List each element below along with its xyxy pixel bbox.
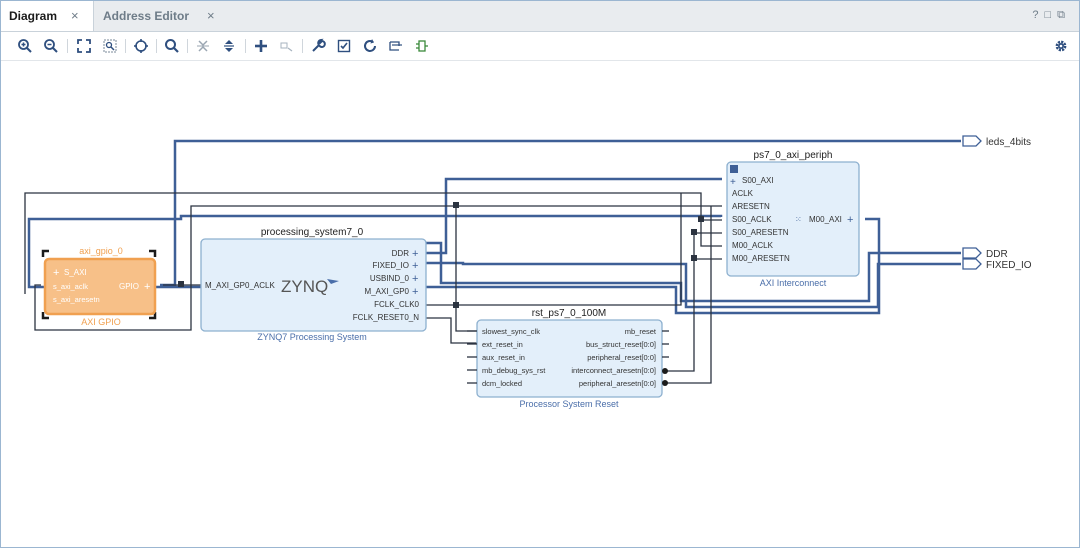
svg-text:+: + (412, 273, 418, 285)
make-external-icon[interactable] (277, 36, 297, 56)
block-axi-gpio[interactable]: axi_gpio_0 + S_AXI s_axi_aclk s_axi_ares… (41, 246, 157, 327)
tab-address-editor[interactable]: Address Editor × (95, 1, 223, 31)
tab-bar: Diagram × Address Editor × ?□⧉ (1, 1, 1079, 32)
regenerate-layout-icon[interactable] (386, 36, 406, 56)
axi-gpio-port-aclk: s_axi_aclk (53, 282, 88, 291)
toolbar-separator (187, 39, 188, 53)
add-icon[interactable]: + (730, 177, 736, 188)
zoom-area-icon[interactable] (100, 36, 120, 56)
block-design-svg: leds_4bits DDR FIXED_IO axi_gpio_0 + S_A… (24, 135, 1032, 409)
external-port-leds[interactable]: leds_4bits (962, 135, 1031, 148)
reset-port-mb-reset: mb_reset (625, 327, 657, 336)
block-processor-system-reset[interactable]: rst_ps7_0_100M slowest_sync_clk ext_rese… (467, 308, 669, 409)
toolbar-separator (156, 39, 157, 53)
expand-icon[interactable] (219, 36, 239, 56)
validate-icon[interactable] (334, 36, 354, 56)
ps7-port-fclk-clk0: FCLK_CLK0 (374, 300, 419, 309)
ps7-port-aclk: M_AXI_GP0_ACLK (205, 281, 275, 290)
port-label-ddr: DDR (986, 249, 1008, 260)
external-port-ddr[interactable]: DDR (962, 247, 1008, 260)
auto-fit-icon[interactable] (131, 36, 151, 56)
axi-gpio-port-aresetn: s_axi_aresetn (53, 295, 100, 304)
collapse-block-icon[interactable] (730, 165, 738, 173)
zoom-out-icon[interactable] (41, 36, 61, 56)
ps7-port-m-axi-gp0: M_AXI_GP0 (365, 287, 410, 296)
axi-gpio-port-gpio: GPIO (119, 282, 139, 291)
tab-address-editor-label: Address Editor (103, 9, 190, 23)
reset-port-peripheral-reset: peripheral_reset[0:0] (587, 353, 656, 362)
reset-port-aux-reset-in: aux_reset_in (482, 353, 525, 362)
float-icon[interactable]: ⧉ (1057, 9, 1071, 21)
tab-diagram[interactable]: Diagram × (1, 1, 94, 31)
reset-port-peripheral-aresetn: peripheral_aresetn[0:0] (579, 379, 656, 388)
interconnect-bus-icon: ⁙ (795, 215, 802, 224)
ps7-port-fclk-reset: FCLK_RESET0_N (353, 313, 419, 322)
reset-port-mb-debug-sys-rst: mb_debug_sys_rst (482, 366, 546, 375)
zynq-logo: ZYNQ (281, 277, 328, 296)
interconnect-port-aresetn: ARESETN (732, 202, 770, 211)
gear-icon[interactable] (1051, 36, 1071, 56)
search-icon[interactable] (162, 36, 182, 56)
fit-view-icon[interactable] (74, 36, 94, 56)
toolbar-separator (245, 39, 246, 53)
add-icon[interactable]: + (53, 267, 59, 279)
interconnect-port-m00-axi: M00_AXI (809, 215, 842, 224)
zoom-in-icon[interactable] (15, 36, 35, 56)
reset-port-slowest-sync-clk: slowest_sync_clk (482, 327, 540, 336)
ps7-title: ZYNQ7 Processing System (257, 332, 367, 342)
diagram-window: Diagram × Address Editor × ?□⧉ leds_4bit… (0, 0, 1080, 548)
axi-gpio-title: AXI GPIO (81, 317, 121, 327)
reset-title: Processor System Reset (519, 399, 619, 409)
add-icon[interactable]: + (847, 214, 853, 226)
reset-port-dcm-locked: dcm_locked (482, 379, 522, 388)
ps7-instance-name: processing_system7_0 (261, 227, 364, 238)
axi-gpio-port-s-axi: S_AXI (64, 268, 87, 277)
interconnect-title: AXI Interconnect (760, 278, 827, 288)
collapse-icon[interactable] (193, 36, 213, 56)
svg-text:+: + (412, 260, 418, 272)
refresh-icon[interactable] (360, 36, 380, 56)
port-label-leds: leds_4bits (986, 137, 1031, 148)
ps7-port-fixed-io: FIXED_IO (373, 261, 409, 270)
window-controls: ?□⧉ (1032, 9, 1071, 22)
block-processing-system[interactable]: processing_system7_0 M_AXI_GP0_ACLK ZYNQ… (200, 227, 427, 342)
add-ip-icon[interactable] (251, 36, 271, 56)
interconnect-port-s00-aclk: S00_ACLK (732, 215, 772, 224)
reset-port-bus-struct-reset: bus_struct_reset[0:0] (586, 340, 656, 349)
toolbar-separator (67, 39, 68, 53)
add-icon[interactable]: + (144, 281, 150, 293)
external-port-fixed-io[interactable]: FIXED_IO (962, 258, 1032, 271)
wrench-icon[interactable] (308, 36, 328, 56)
reset-port-interconnect-aresetn: interconnect_aresetn[0:0] (571, 366, 656, 375)
interconnect-port-s00-aresetn: S00_ARESETN (732, 228, 789, 237)
reset-port-markers (662, 368, 668, 386)
ps7-port-ddr: DDR (392, 249, 410, 258)
block-axi-interconnect[interactable]: ps7_0_axi_periph + S00_AXI ACLK ARESETN … (726, 150, 860, 288)
tab-diagram-close-icon[interactable]: × (71, 8, 79, 23)
ps7-port-usbind: USBIND_0 (370, 274, 410, 283)
toolbar-separator (125, 39, 126, 53)
interconnect-port-aclk: ACLK (732, 189, 754, 198)
svg-text:+: + (412, 248, 418, 260)
optimize-routing-icon[interactable] (412, 36, 432, 56)
toolbar-separator (302, 39, 303, 53)
axi-gpio-instance-name: axi_gpio_0 (79, 246, 123, 256)
tab-address-editor-close-icon[interactable]: × (207, 8, 215, 23)
diagram-canvas[interactable]: leds_4bits DDR FIXED_IO axi_gpio_0 + S_A… (1, 61, 1079, 547)
port-label-fixed-io: FIXED_IO (986, 260, 1032, 271)
reset-instance-name: rst_ps7_0_100M (532, 308, 607, 319)
diagram-toolbar (1, 32, 1079, 61)
interconnect-instance-name: ps7_0_axi_periph (754, 150, 833, 161)
reset-port-ext-reset-in: ext_reset_in (482, 340, 523, 349)
ps7-port-expand-icons[interactable]: ++++ (412, 248, 418, 298)
interconnect-port-s00-axi: S00_AXI (742, 176, 774, 185)
svg-text:+: + (412, 286, 418, 298)
tab-diagram-label: Diagram (9, 9, 58, 23)
restore-icon[interactable]: □ (1044, 9, 1057, 21)
help-icon[interactable]: ? (1032, 9, 1044, 21)
interconnect-port-m00-aresetn: M00_ARESETN (732, 254, 790, 263)
interconnect-port-m00-aclk: M00_ACLK (732, 241, 774, 250)
